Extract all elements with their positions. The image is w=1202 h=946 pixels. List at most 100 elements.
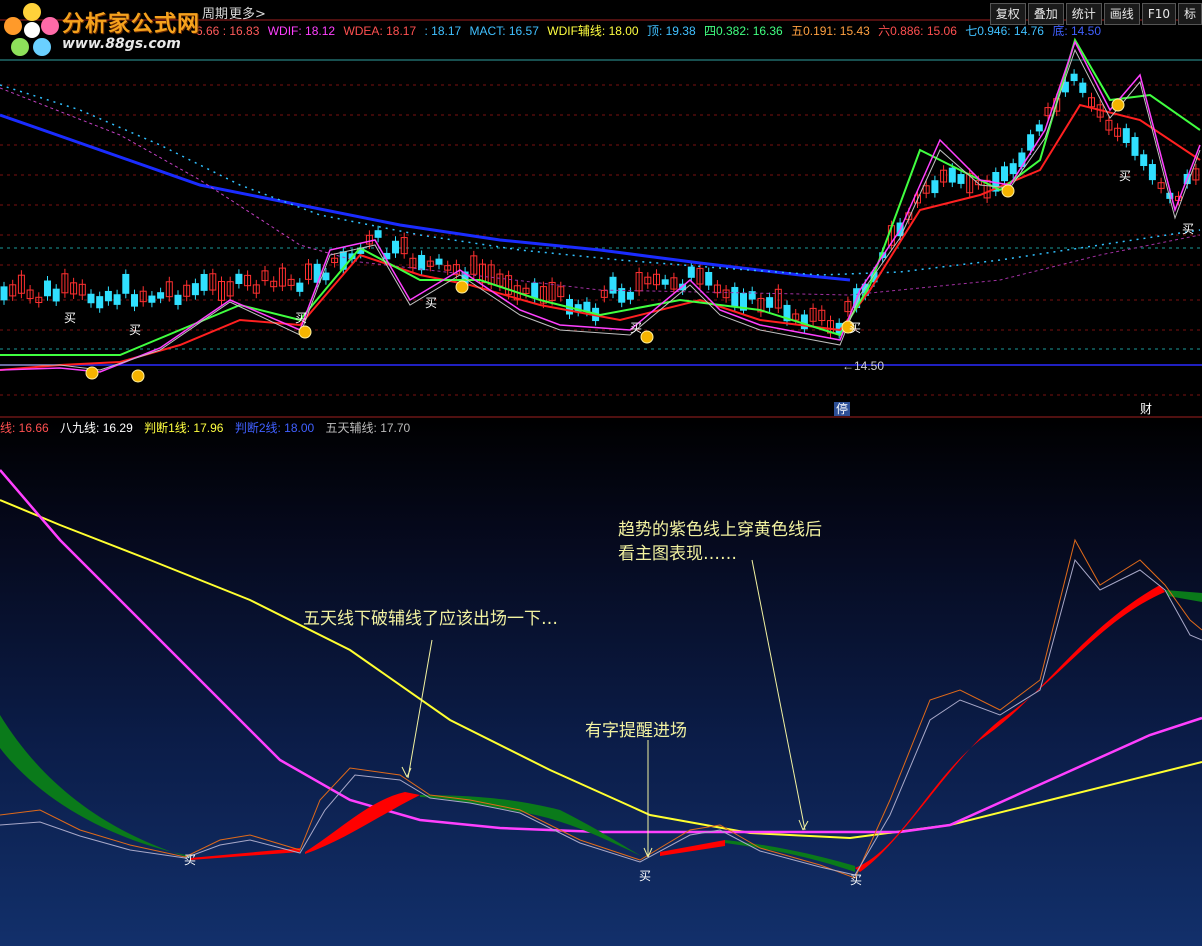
annotation-trend: 趋势的紫色线上穿黄色线后 看主图表现…… [618,518,822,566]
annotation-arrow [751,559,806,831]
candle-body [1001,166,1008,182]
buy-signal-label: 买 [184,853,196,867]
logo-url: www.88gs.com [62,36,181,52]
indicator-value: MACT: 16.57 [469,24,539,38]
candle-body [191,283,199,296]
candle-body [200,273,208,291]
orange-line [0,538,1202,879]
trend-purple-line [0,469,1202,834]
candle-body [418,254,426,271]
judgment1-yellow-line [0,499,1202,840]
candle-body [374,230,382,238]
buy-signal-label: 买 [639,869,651,883]
candle-body [731,286,739,308]
band-red-rally [855,585,1165,872]
candle-body [1027,134,1035,151]
annotation-entry: 有字提醒进场 [585,721,687,741]
restore-rights-button[interactable]: 复权 [989,3,1026,25]
buy-signal-label: 买 [129,323,141,337]
draw-line-button[interactable]: 画线 [1103,3,1140,25]
annotation-line: 趋势的紫色线上穿黄色线后 [618,520,822,540]
indicator-value: 底: 14.50 [1052,24,1102,38]
overlay-button[interactable]: 叠加 [1027,3,1064,25]
dotted-ma-line [0,84,1201,276]
menu-period[interactable]: 周期 [202,3,228,22]
candle-body [0,286,8,301]
candle-body [1131,137,1139,156]
gold-coin-icon [298,325,312,339]
gold-coin-icon [131,369,145,383]
indicator-value: 六0.886: 15.06 [878,24,957,38]
gold-coin-icon [1111,98,1125,112]
candle-body [174,294,182,305]
indicator-values: 6.66 : 16.83 WDIF: 18.12 WDEA: 18.17 : 1… [196,22,1106,39]
menu-more[interactable]: 更多> [229,3,266,22]
candle-body [687,266,695,278]
candle-body [1079,82,1087,93]
candle-body [122,273,130,294]
statistics-button[interactable]: 统计 [1065,3,1102,25]
candle-body [435,258,443,265]
indicator-value: 6.66 : 16.83 [196,24,260,38]
f10-button[interactable]: F10 [1141,3,1176,25]
candle-body [157,292,165,299]
buy-signal-label: 买 [425,296,437,310]
bottom-indicator-legend: 线: 16.66 八九线: 16.29 判断1线: 17.96 判断2线: 18… [0,419,418,436]
indicator-value: : 18.17 [424,24,462,38]
ma-purple-line [0,40,1201,373]
candle-body [87,293,95,304]
indicator-value: 七0.946: 14.76 [965,24,1044,38]
toolbar: 复权 叠加 统计 画线 F10 标 [988,3,1202,25]
candle-body [1018,152,1026,168]
candle-body [583,301,591,312]
buy-signal-label: 买 [1119,169,1131,183]
legend-item: 八九线: 16.29 [60,421,133,435]
buy-signal-label: 买 [630,321,642,335]
chart-canvas: 买买买买买 买买买买买买 [0,19,1202,887]
band-green-mid [420,795,648,860]
buy-signal-label: 买 [849,321,861,335]
candle-body [1070,73,1078,82]
buy-signal-label: 买 [850,873,862,887]
candle-body [44,280,51,297]
candle-body [1148,164,1156,181]
indicator-value: 顶: 19.38 [646,24,696,38]
mark-button[interactable]: 标 [1177,3,1202,25]
logo-title: 分析家公式网 [62,11,201,37]
candle-body [148,295,156,303]
candle-body [322,272,330,281]
indicator-value: WDEA: 18.17 [343,24,417,38]
indicator-value: WDIF辅线: 18.00 [547,24,639,38]
ma-purple-dashed [0,87,361,263]
candle-body [705,271,713,286]
candle-body [766,297,774,308]
annotation-arrow [407,639,433,779]
legend-item: 五天辅线: 17.70 [325,421,411,435]
candle-body [626,291,634,300]
grey-thin-line [0,558,1202,876]
financial-tag[interactable]: 财 [1138,402,1154,416]
gold-coin-icon [455,280,469,294]
candle-body [1140,154,1148,167]
candle-body [931,180,939,194]
candle-body [531,282,539,299]
gold-coin-icon [85,366,99,380]
ma-grey-line [0,48,1201,371]
candle-body [104,290,112,302]
candle-body [131,294,138,307]
legend-item: 判断1线: 17.96 [144,421,224,435]
indicator-value: 五0.191: 15.43 [791,24,870,38]
low-price-label: ←14.50 [842,359,885,373]
candle-body [235,273,243,284]
candle-body [96,296,104,309]
site-logo: 分析家公式网 www.88gs.com [0,0,200,58]
legend-item: 判断2线: 18.00 [234,421,315,435]
buy-signal-label: 买 [64,311,76,325]
candle-body [661,279,669,285]
flower-logo-icon [4,3,59,56]
indicator-value: 四0.382: 16.36 [704,24,783,38]
buy-signal-label: 买 [295,311,307,325]
ma-green-line [0,37,1201,356]
band-red-2 [305,792,420,854]
suspension-tag[interactable]: 停 [834,402,851,416]
